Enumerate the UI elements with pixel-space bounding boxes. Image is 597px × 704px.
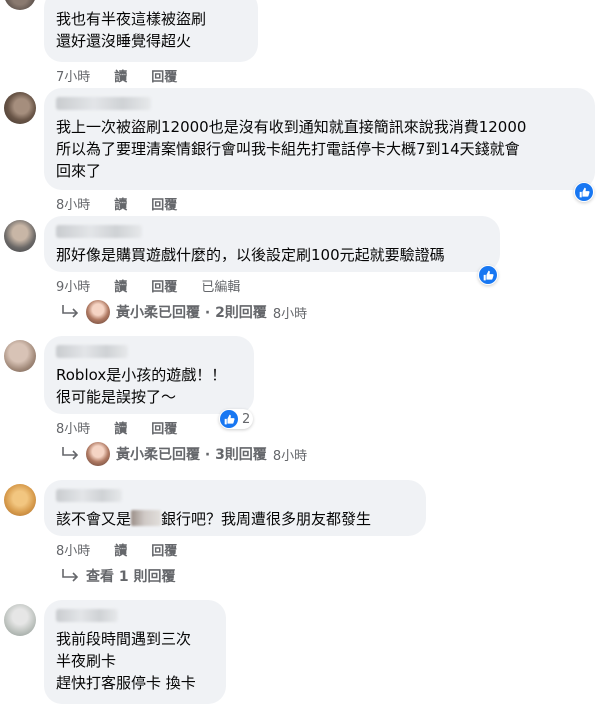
comment-time[interactable]: 8小時 (56, 194, 90, 213)
comment-text-line: Roblox是小孩的遊戲！！ (56, 366, 227, 384)
comment-bubble: Roblox是小孩的遊戲！！ 很可能是誤按了～ (44, 336, 254, 414)
reply-thread-link[interactable]: 黃小柔 已回覆 · 2則回覆 8小時 (60, 300, 307, 324)
like-button[interactable]: 讀 (114, 418, 127, 437)
reply-arrow-icon (62, 305, 79, 318)
commenter-avatar[interactable] (4, 604, 36, 636)
comment-text-line: 還好還沒睡覺得超火 (56, 32, 192, 50)
commenter-name[interactable] (56, 97, 151, 110)
like-button[interactable]: 讀 (114, 276, 127, 295)
commenter-avatar[interactable] (4, 92, 36, 124)
comment-text-line: 我前段時間遇到三次 (56, 630, 192, 648)
reaction-badge[interactable] (574, 182, 594, 202)
edited-label: 已編輯 (201, 280, 241, 295)
comment-bubble: 我也有半夜這樣被盜刷 還好還沒睡覺得超火 (44, 0, 258, 62)
comment-text-line: 回來了 (56, 162, 102, 180)
comment-bubble: 我上一次被盜刷12000也是沒有收到通知就直接簡訊來說我消費12000 所以為了… (44, 88, 595, 190)
reply-summary: 已回覆 · 3則回覆 (158, 447, 267, 463)
comment-text-line: 我上一次被盜刷12000也是沒有收到通知就直接簡訊來說我消費12000 (56, 118, 527, 136)
reaction-count: 2 (242, 411, 251, 427)
commenter-name[interactable] (56, 609, 118, 622)
reply-thread-link[interactable]: 黃小柔 已回覆 · 3則回覆 8小時 (60, 442, 307, 466)
comment-time[interactable]: 8小時 (56, 418, 90, 437)
reply-button[interactable]: 回覆 (151, 540, 177, 559)
comment-text-line: 趕快打客服停卡 換卡 (56, 674, 196, 692)
comment-time[interactable]: 9小時 (56, 276, 90, 295)
commenter-avatar[interactable] (4, 220, 36, 252)
comment-time[interactable]: 7小時 (56, 66, 90, 85)
comment-text-line: 半夜刷卡 (56, 652, 117, 670)
comment-text-line: 很可能是誤按了～ (56, 388, 177, 406)
commenter-name[interactable] (56, 345, 128, 358)
commenter-avatar[interactable] (4, 484, 36, 516)
view-replies-link[interactable]: 查看 1 則回覆 (60, 566, 176, 586)
reply-button[interactable]: 回覆 (151, 418, 177, 437)
reaction-badge[interactable] (478, 265, 498, 285)
commenter-name[interactable] (56, 489, 122, 502)
reaction-badge[interactable]: 2 (219, 409, 254, 429)
comment-text-part: 該不會又是 (56, 510, 132, 528)
reply-button[interactable]: 回覆 (151, 66, 177, 85)
reply-time: 8小時 (272, 448, 308, 464)
like-reaction-icon (575, 183, 593, 201)
comment-text-line: 那好像是購買遊戲什麼的，以後設定刷100元起就要驗證碼 (56, 246, 445, 264)
comment-text: 該不會又是 銀行吧？我周遭很多朋友都發生 (56, 508, 414, 530)
comment-actions: 8小時 讀 回覆 (56, 418, 201, 437)
commenter-avatar[interactable] (4, 0, 36, 10)
comment-text-part: 銀行吧？我周遭很多朋友都發生 (161, 510, 372, 528)
redacted-bank-name (131, 510, 162, 526)
comment-bubble: 我前段時間遇到三次 半夜刷卡 趕快打客服停卡 換卡 (44, 600, 226, 704)
reply-author-name: 黃小柔 (116, 305, 158, 321)
comment-actions: 9小時 讀 回覆 已編輯 (56, 276, 264, 295)
view-replies-label: 查看 1 則回覆 (86, 569, 176, 585)
comment-text-line: 所以為了要理清案情銀行會叫我卡組先打電話停卡大概7到14天錢就會 (56, 140, 520, 158)
reply-button[interactable]: 回覆 (151, 276, 177, 295)
commenter-name[interactable] (56, 225, 142, 238)
like-reaction-icon (479, 266, 497, 284)
reply-arrow-icon (62, 569, 79, 582)
reply-button[interactable]: 回覆 (151, 194, 177, 213)
like-button[interactable]: 讀 (114, 194, 127, 213)
reply-arrow-icon (62, 447, 79, 460)
comment-bubble: 那好像是購買遊戲什麼的，以後設定刷100元起就要驗證碼 (44, 216, 500, 272)
comment-bubble: 該不會又是 銀行吧？我周遭很多朋友都發生 (44, 480, 426, 536)
reply-time: 8小時 (272, 306, 308, 322)
comment-actions: 7小時 讀 回覆 (56, 66, 201, 85)
reply-author-avatar (86, 300, 110, 324)
comment-text-line: 我也有半夜這樣被盜刷 (56, 10, 207, 28)
commenter-avatar[interactable] (4, 340, 36, 372)
reply-author-name: 黃小柔 (116, 447, 158, 463)
like-button[interactable]: 讀 (114, 66, 127, 85)
comment-time[interactable]: 8小時 (56, 540, 90, 559)
like-reaction-icon (220, 410, 238, 428)
reply-author-avatar (86, 442, 110, 466)
reply-summary: 已回覆 · 2則回覆 (158, 305, 267, 321)
like-button[interactable]: 讀 (114, 540, 127, 559)
comment-actions: 8小時 讀 回覆 (56, 540, 201, 559)
comment-actions: 8小時 讀 回覆 (56, 194, 201, 213)
